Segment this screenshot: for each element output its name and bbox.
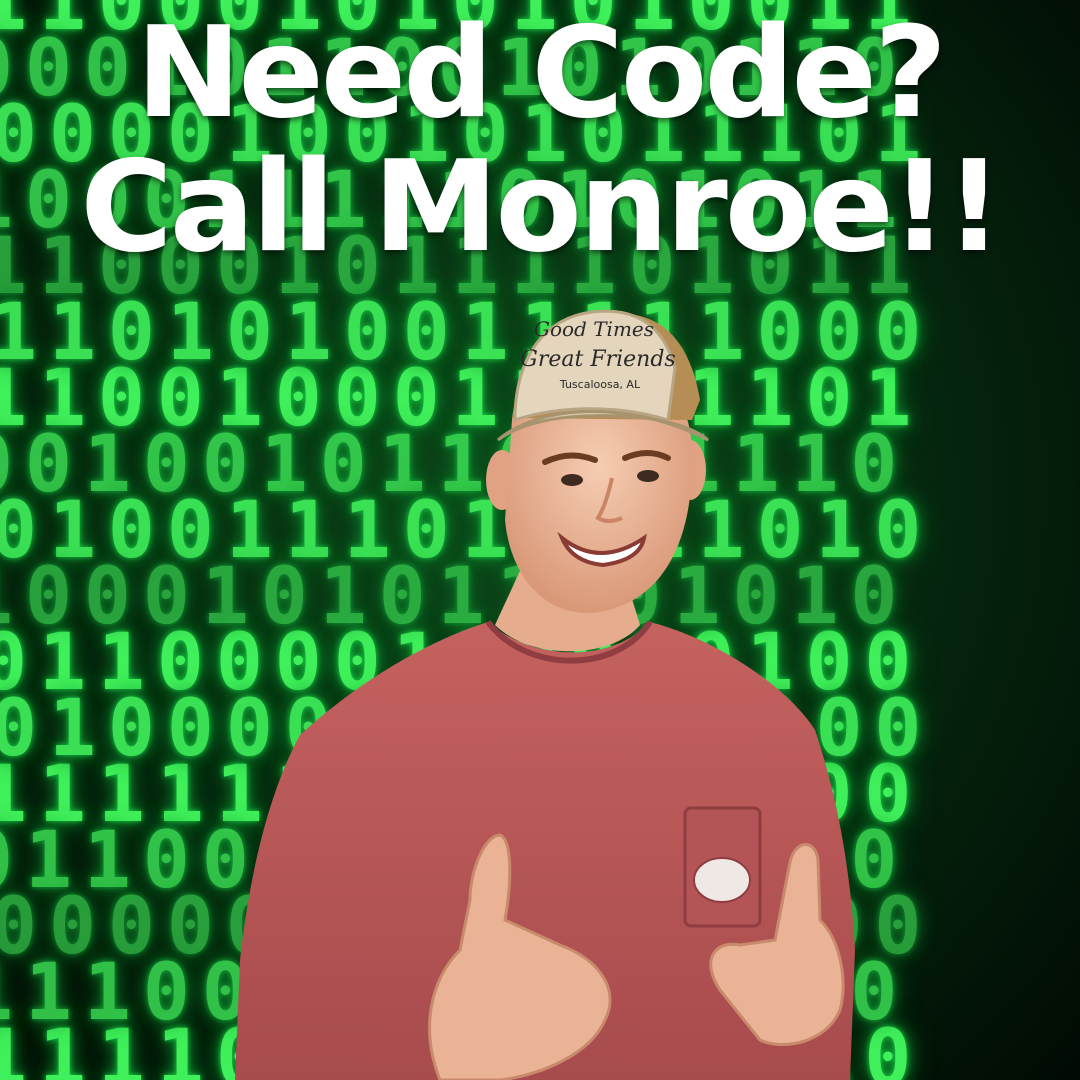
headline-line-1: Need Code? xyxy=(135,0,947,146)
cap-text-2: Great Friends xyxy=(520,347,675,372)
headline-line-2: Call Monroe!! xyxy=(80,133,1002,280)
cap-text-1: Good Times xyxy=(534,317,654,341)
pocket-logo xyxy=(693,857,751,903)
cap-text-3: Tuscaloosa, AL xyxy=(559,378,641,391)
headline: Need Code? Call Monroe!! xyxy=(0,6,1080,274)
poster: 1100010101010011 0001011001010110 000010… xyxy=(0,0,1080,1080)
